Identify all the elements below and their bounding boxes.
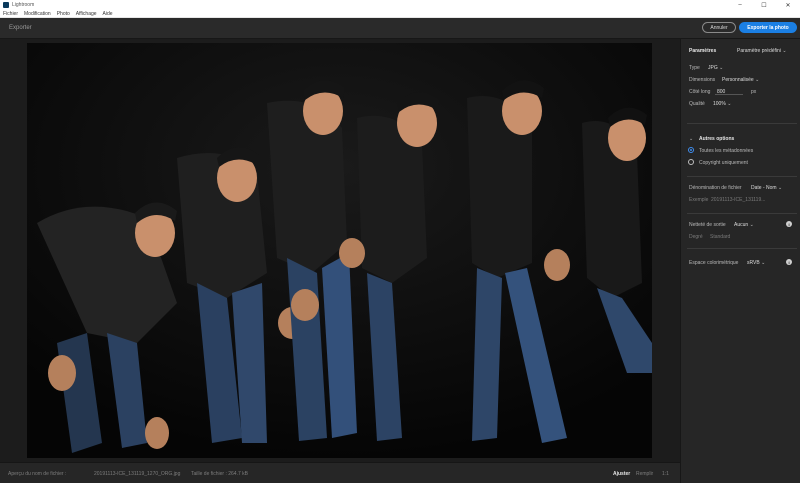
info-icon[interactable]: i xyxy=(786,259,792,265)
preview-area xyxy=(0,39,680,462)
type-value: JPG xyxy=(708,65,718,71)
long-side-label: Côté long xyxy=(689,89,711,95)
window-title: Lightroom xyxy=(12,2,35,8)
output-sharpen-dropdown[interactable]: Aucun ⌄ xyxy=(734,222,754,228)
divider xyxy=(687,123,797,124)
window-title-bar: Lightroom – ☐ ✕ xyxy=(0,0,800,10)
metadata-copyright-label: Copyright uniquement xyxy=(699,160,748,166)
chevron-down-icon: ⌄ xyxy=(761,260,766,266)
filename-preview-value: 20191113-ICE_131119_1270_ORG.jpg xyxy=(94,471,181,477)
long-side-unit: px xyxy=(751,89,757,95)
preview-footer: Aperçu du nom de fichier : 20191113-ICE_… xyxy=(0,462,680,483)
one-to-one-toggle[interactable]: 1:1 xyxy=(662,471,669,477)
divider xyxy=(687,176,797,177)
divider xyxy=(687,248,797,249)
chevron-down-icon: ⌄ xyxy=(777,185,783,191)
divider xyxy=(687,213,797,214)
app-logo-icon xyxy=(3,2,9,8)
chevron-down-icon: ⌄ xyxy=(749,222,754,228)
metadata-copyright-radio[interactable] xyxy=(688,159,694,165)
info-icon[interactable]: i xyxy=(786,221,792,227)
menu-bar: Fichier Modification Photo Affichage Aid… xyxy=(0,10,800,18)
output-sharpen-value: Aucun xyxy=(734,222,749,228)
long-side-input-underline xyxy=(715,88,743,95)
chevron-down-icon: ⌄ xyxy=(755,77,760,83)
photo-preview xyxy=(27,43,652,458)
export-photo-button[interactable]: Exporter la photo xyxy=(739,22,797,33)
color-space-label: Espace colorimétrique xyxy=(689,260,739,266)
collapse-chevron-icon[interactable]: ⌄ xyxy=(689,136,693,142)
dimensions-value: Personnalisée xyxy=(722,77,754,83)
sharpen-amount-value: Standard xyxy=(710,234,731,240)
export-settings-panel: Paramètres Paramètre prédéfini ⌄ Type JP… xyxy=(680,39,800,483)
type-dropdown[interactable]: JPG ⌄ xyxy=(708,65,723,71)
fit-toggle[interactable]: Ajuster xyxy=(613,471,630,477)
quality-label: Qualité xyxy=(689,101,705,107)
dimensions-label: Dimensions xyxy=(689,77,716,83)
quality-dropdown[interactable]: 100% ⌄ xyxy=(713,101,731,107)
type-label: Type xyxy=(689,65,700,71)
preset-dropdown[interactable]: Paramètre prédéfini ⌄ xyxy=(737,48,787,54)
metadata-all-label: Toutes les métadonnées xyxy=(699,148,754,154)
quality-value: 100% xyxy=(713,101,726,107)
settings-section-title: Paramètres xyxy=(689,48,717,54)
preset-value: Paramètre prédéfini xyxy=(737,48,781,54)
more-options-title[interactable]: Autres options xyxy=(699,136,734,142)
file-naming-dropdown[interactable]: Date - Nom ⌄ xyxy=(751,185,782,191)
photo-image xyxy=(27,43,652,458)
window-controls: – ☐ ✕ xyxy=(728,0,800,10)
dimensions-dropdown[interactable]: Personnalisée ⌄ xyxy=(722,77,759,83)
minimize-icon[interactable]: – xyxy=(728,0,752,10)
menu-file[interactable]: Fichier xyxy=(3,11,18,17)
metadata-all-radio[interactable] xyxy=(688,147,694,153)
export-header: Exporter Annuler Exporter la photo xyxy=(0,18,800,39)
color-space-value: sRVB xyxy=(747,260,760,266)
example-label: Exemple xyxy=(689,197,709,203)
menu-photo[interactable]: Photo xyxy=(57,11,70,17)
fill-toggle[interactable]: Remplir xyxy=(636,471,653,477)
chevron-down-icon: ⌄ xyxy=(719,65,724,71)
file-naming-value: Date - Nom xyxy=(751,185,777,191)
file-size-label: Taille de fichier : 264.7 kB xyxy=(191,471,248,477)
menu-edit[interactable]: Modification xyxy=(24,11,51,17)
close-icon[interactable]: ✕ xyxy=(776,0,800,10)
color-space-dropdown[interactable]: sRVB ⌄ xyxy=(747,260,765,266)
sharpen-amount-label: Degré xyxy=(689,234,703,240)
menu-help[interactable]: Aide xyxy=(103,11,113,17)
filename-preview-label: Aperçu du nom de fichier : xyxy=(8,471,67,477)
menu-view[interactable]: Affichage xyxy=(76,11,97,17)
chevron-down-icon: ⌄ xyxy=(727,101,732,107)
chevron-down-icon: ⌄ xyxy=(782,48,787,54)
page-title: Exporter xyxy=(9,25,32,31)
output-sharpen-label: Netteté de sortie xyxy=(689,222,726,228)
file-naming-label: Dénomination de fichier xyxy=(689,185,742,191)
example-value: 20191113-ICE_131119... xyxy=(711,197,766,203)
maximize-icon[interactable]: ☐ xyxy=(752,0,776,10)
cancel-button[interactable]: Annuler xyxy=(702,22,736,33)
